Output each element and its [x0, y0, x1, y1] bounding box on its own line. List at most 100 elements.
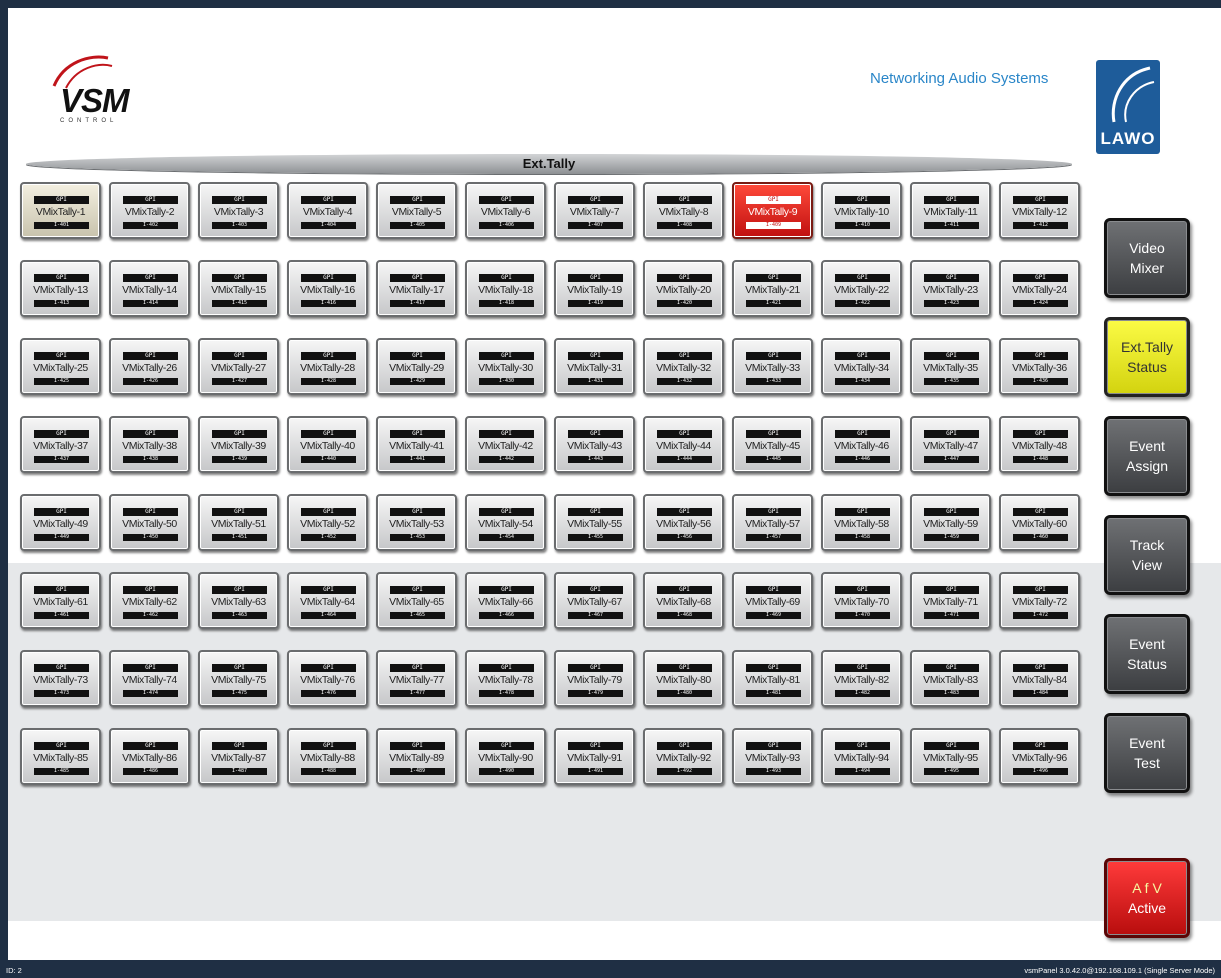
- tally-tile[interactable]: GPI VMixTally-55 I-455: [554, 494, 635, 551]
- tally-tile[interactable]: GPI VMixTally-75 I-475: [198, 650, 279, 707]
- tally-tile[interactable]: GPI VMixTally-77 I-477: [376, 650, 457, 707]
- tally-tile[interactable]: GPI VMixTally-93 I-493: [732, 728, 813, 785]
- tally-tile[interactable]: GPI VMixTally-3 I-403: [198, 182, 279, 239]
- tally-tile[interactable]: GPI VMixTally-37 I-437: [20, 416, 101, 473]
- tally-tile[interactable]: GPI VMixTally-96 I-496: [999, 728, 1080, 785]
- tally-tile[interactable]: GPI VMixTally-41 I-441: [376, 416, 457, 473]
- tally-tile[interactable]: GPI VMixTally-74 I-474: [109, 650, 190, 707]
- tally-tile[interactable]: GPI VMixTally-34 I-434: [821, 338, 902, 395]
- tally-tile[interactable]: GPI VMixTally-58 I-458: [821, 494, 902, 551]
- tally-tile[interactable]: GPI VMixTally-21 I-421: [732, 260, 813, 317]
- tally-tile[interactable]: GPI VMixTally-51 I-451: [198, 494, 279, 551]
- tally-tile[interactable]: GPI VMixTally-4 I-404: [287, 182, 368, 239]
- tally-tile[interactable]: GPI VMixTally-79 I-479: [554, 650, 635, 707]
- tally-tile[interactable]: GPI VMixTally-46 I-446: [821, 416, 902, 473]
- tally-tile[interactable]: GPI VMixTally-65 I-465: [376, 572, 457, 629]
- tally-tile[interactable]: GPI VMixTally-50 I-450: [109, 494, 190, 551]
- tally-tile[interactable]: GPI VMixTally-16 I-416: [287, 260, 368, 317]
- tally-tile[interactable]: GPI VMixTally-80 I-480: [643, 650, 724, 707]
- event-test-button[interactable]: Event Test: [1104, 713, 1190, 793]
- tally-tile[interactable]: GPI VMixTally-23 I-423: [910, 260, 991, 317]
- tally-tile[interactable]: GPI VMixTally-9 I-409: [732, 182, 813, 239]
- tally-tile[interactable]: GPI VMixTally-26 I-426: [109, 338, 190, 395]
- tally-tile[interactable]: GPI VMixTally-6 I-406: [465, 182, 546, 239]
- tally-tile[interactable]: GPI VMixTally-35 I-435: [910, 338, 991, 395]
- tally-tile[interactable]: GPI VMixTally-87 I-487: [198, 728, 279, 785]
- tally-tile[interactable]: GPI VMixTally-76 I-476: [287, 650, 368, 707]
- tally-tile[interactable]: GPI VMixTally-95 I-495: [910, 728, 991, 785]
- tally-tile[interactable]: GPI VMixTally-94 I-494: [821, 728, 902, 785]
- tally-tile[interactable]: GPI VMixTally-18 I-418: [465, 260, 546, 317]
- tally-tile[interactable]: GPI VMixTally-91 I-491: [554, 728, 635, 785]
- tally-tile[interactable]: GPI VMixTally-67 I-467: [554, 572, 635, 629]
- afv-active-button[interactable]: A f V Active: [1104, 858, 1190, 938]
- tally-tile[interactable]: GPI VMixTally-22 I-422: [821, 260, 902, 317]
- tally-tile[interactable]: GPI VMixTally-12 I-412: [999, 182, 1080, 239]
- tally-tile[interactable]: GPI VMixTally-39 I-439: [198, 416, 279, 473]
- tally-tile[interactable]: GPI VMixTally-1 I-401: [20, 182, 101, 239]
- tally-tile[interactable]: GPI VMixTally-30 I-430: [465, 338, 546, 395]
- tally-tile[interactable]: GPI VMixTally-71 I-471: [910, 572, 991, 629]
- tally-tile[interactable]: GPI VMixTally-29 I-429: [376, 338, 457, 395]
- tally-tile[interactable]: GPI VMixTally-36 I-436: [999, 338, 1080, 395]
- tally-tile[interactable]: GPI VMixTally-14 I-414: [109, 260, 190, 317]
- tally-tile[interactable]: GPI VMixTally-82 I-482: [821, 650, 902, 707]
- video-mixer-button[interactable]: Video Mixer: [1104, 218, 1190, 298]
- tally-tile[interactable]: GPI VMixTally-43 I-443: [554, 416, 635, 473]
- tally-tile[interactable]: GPI VMixTally-61 I-461: [20, 572, 101, 629]
- tally-tile[interactable]: GPI VMixTally-72 I-472: [999, 572, 1080, 629]
- track-view-button[interactable]: Track View: [1104, 515, 1190, 595]
- tally-tile[interactable]: GPI VMixTally-40 I-440: [287, 416, 368, 473]
- tally-tile[interactable]: GPI VMixTally-27 I-427: [198, 338, 279, 395]
- tally-tile[interactable]: GPI VMixTally-70 I-470: [821, 572, 902, 629]
- tally-tile[interactable]: GPI VMixTally-73 I-473: [20, 650, 101, 707]
- tally-tile[interactable]: GPI VMixTally-25 I-425: [20, 338, 101, 395]
- tally-tile[interactable]: GPI VMixTally-20 I-420: [643, 260, 724, 317]
- tally-tile[interactable]: GPI VMixTally-44 I-444: [643, 416, 724, 473]
- tally-tile[interactable]: GPI VMixTally-81 I-481: [732, 650, 813, 707]
- tally-tile[interactable]: GPI VMixTally-28 I-428: [287, 338, 368, 395]
- tally-tile[interactable]: GPI VMixTally-10 I-410: [821, 182, 902, 239]
- tally-tile[interactable]: GPI VMixTally-24 I-424: [999, 260, 1080, 317]
- tally-tile[interactable]: GPI VMixTally-59 I-459: [910, 494, 991, 551]
- tally-tile[interactable]: GPI VMixTally-52 I-452: [287, 494, 368, 551]
- tally-tile[interactable]: GPI VMixTally-60 I-460: [999, 494, 1080, 551]
- tally-tile[interactable]: GPI VMixTally-62 I-462: [109, 572, 190, 629]
- tally-tile[interactable]: GPI VMixTally-68 I-468: [643, 572, 724, 629]
- tally-tile[interactable]: GPI VMixTally-78 I-478: [465, 650, 546, 707]
- tally-tile[interactable]: GPI VMixTally-88 I-488: [287, 728, 368, 785]
- tally-tile[interactable]: GPI VMixTally-5 I-405: [376, 182, 457, 239]
- tally-tile[interactable]: GPI VMixTally-53 I-453: [376, 494, 457, 551]
- tally-tile[interactable]: GPI VMixTally-33 I-433: [732, 338, 813, 395]
- tally-tile[interactable]: GPI VMixTally-90 I-490: [465, 728, 546, 785]
- event-assign-button[interactable]: Event Assign: [1104, 416, 1190, 496]
- tally-tile[interactable]: GPI VMixTally-2 I-402: [109, 182, 190, 239]
- tally-tile[interactable]: GPI VMixTally-32 I-432: [643, 338, 724, 395]
- tally-tile[interactable]: GPI VMixTally-83 I-483: [910, 650, 991, 707]
- tally-tile[interactable]: GPI VMixTally-31 I-431: [554, 338, 635, 395]
- tally-tile[interactable]: GPI VMixTally-92 I-492: [643, 728, 724, 785]
- tally-tile[interactable]: GPI VMixTally-17 I-417: [376, 260, 457, 317]
- tally-tile[interactable]: GPI VMixTally-38 I-438: [109, 416, 190, 473]
- tally-tile[interactable]: GPI VMixTally-56 I-456: [643, 494, 724, 551]
- tally-tile[interactable]: GPI VMixTally-7 I-407: [554, 182, 635, 239]
- tally-tile[interactable]: GPI VMixTally-54 I-454: [465, 494, 546, 551]
- tally-tile[interactable]: GPI VMixTally-49 I-449: [20, 494, 101, 551]
- ext-tally-status-button[interactable]: Ext.Tally Status: [1104, 317, 1190, 397]
- tally-tile[interactable]: GPI VMixTally-69 I-469: [732, 572, 813, 629]
- tally-tile[interactable]: GPI VMixTally-15 I-415: [198, 260, 279, 317]
- tally-tile[interactable]: GPI VMixTally-89 I-489: [376, 728, 457, 785]
- tally-tile[interactable]: GPI VMixTally-13 I-413: [20, 260, 101, 317]
- tally-tile[interactable]: GPI VMixTally-8 I-408: [643, 182, 724, 239]
- tally-tile[interactable]: GPI VMixTally-11 I-411: [910, 182, 991, 239]
- tally-tile[interactable]: GPI VMixTally-86 I-486: [109, 728, 190, 785]
- tally-tile[interactable]: GPI VMixTally-48 I-448: [999, 416, 1080, 473]
- event-status-button[interactable]: Event Status: [1104, 614, 1190, 694]
- tally-tile[interactable]: GPI VMixTally-19 I-419: [554, 260, 635, 317]
- tally-tile[interactable]: GPI VMixTally-57 I-457: [732, 494, 813, 551]
- tally-tile[interactable]: GPI VMixTally-45 I-445: [732, 416, 813, 473]
- tally-tile[interactable]: GPI VMixTally-84 I-484: [999, 650, 1080, 707]
- tally-tile[interactable]: GPI VMixTally-66 I-466: [465, 572, 546, 629]
- tally-tile[interactable]: GPI VMixTally-47 I-447: [910, 416, 991, 473]
- tally-tile[interactable]: GPI VMixTally-64 I-464: [287, 572, 368, 629]
